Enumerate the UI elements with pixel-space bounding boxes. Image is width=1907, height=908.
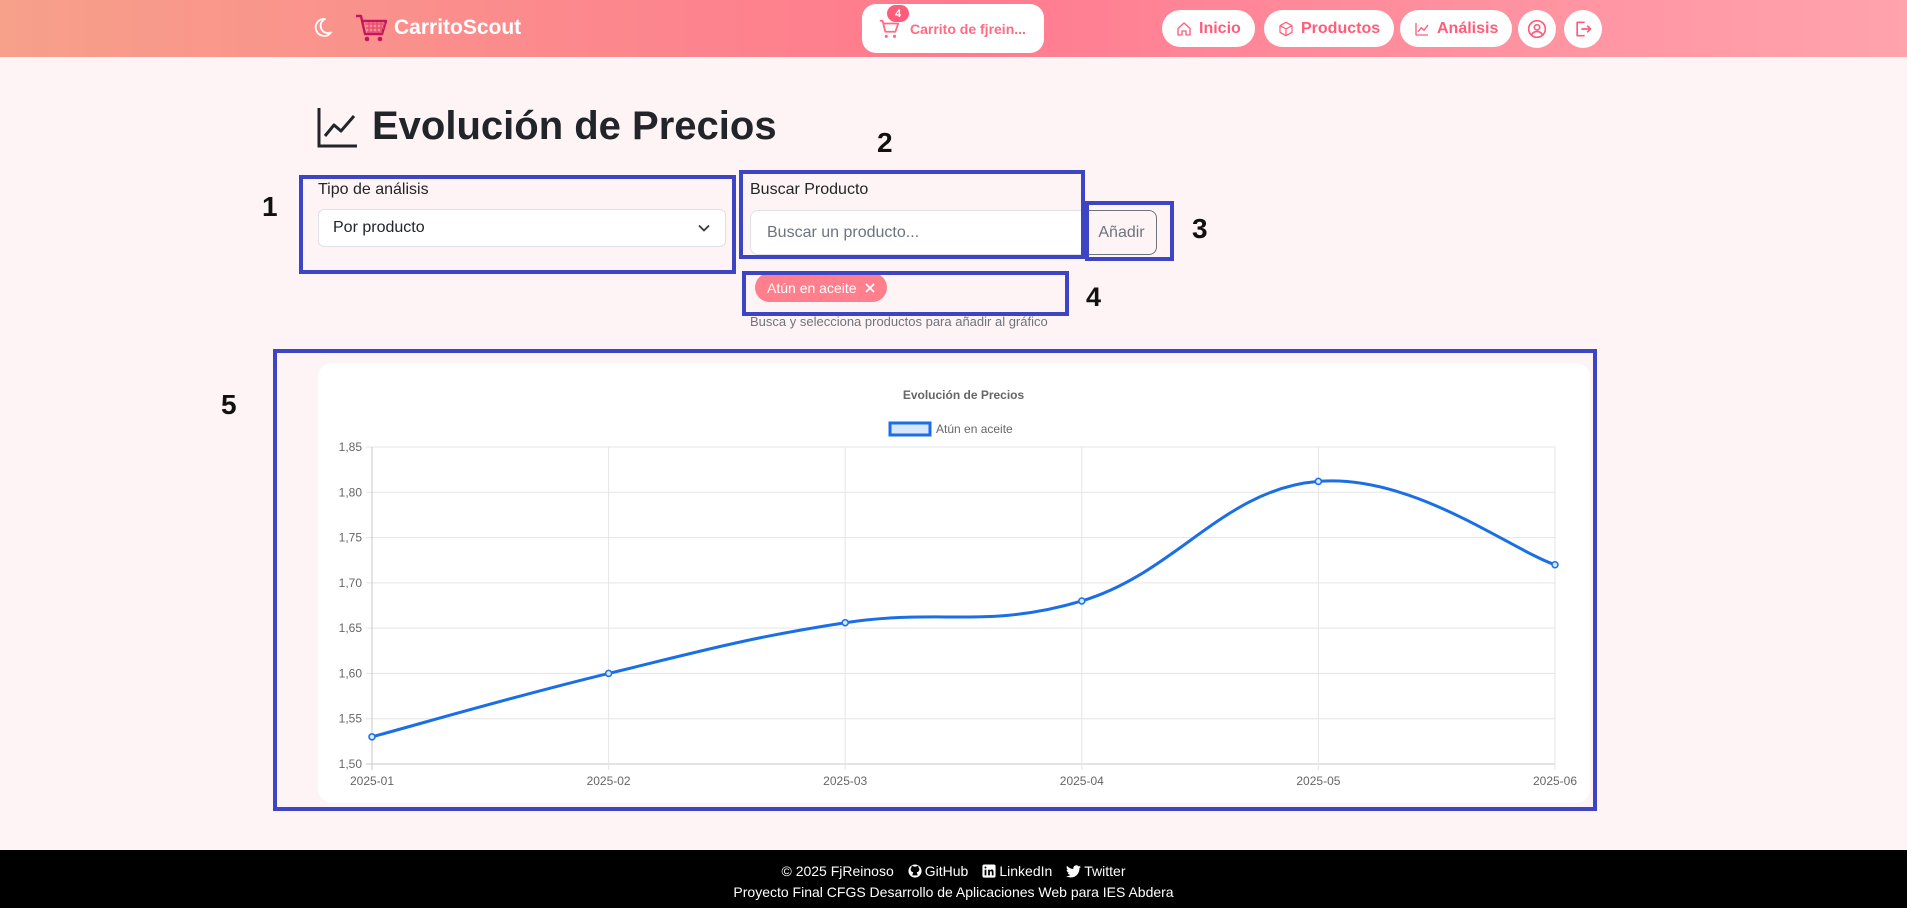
x-tick-label: 2025-06 xyxy=(1533,774,1577,788)
chart-line-icon xyxy=(1415,22,1429,36)
y-tick-label: 1,80 xyxy=(339,485,363,499)
logout-icon xyxy=(1576,21,1592,37)
chart-title: Evolución de Precios xyxy=(903,388,1025,402)
github-label: GitHub xyxy=(924,863,969,879)
annotation-number-2: 2 xyxy=(877,127,893,158)
chip-label: Atún en aceite xyxy=(767,279,857,296)
nav-productos-button[interactable]: Productos xyxy=(1264,10,1395,47)
close-icon[interactable] xyxy=(864,282,875,293)
series-line-atun-en-aceite xyxy=(371,479,1556,739)
search-product-label: Buscar Producto xyxy=(750,181,869,198)
cart-count-badge: 4 xyxy=(887,5,909,22)
data-point xyxy=(841,618,849,627)
user-circle-icon xyxy=(1527,19,1547,39)
x-tick-label: 2025-03 xyxy=(823,774,867,788)
page-heading: Evolución de Precios xyxy=(316,104,777,149)
analysis-type-select[interactable]: Por producto xyxy=(318,209,726,247)
page-title: Evolución de Precios xyxy=(372,104,777,148)
twitter-icon xyxy=(1066,864,1082,877)
cart-label: Carrito de fjrein... xyxy=(910,20,1026,37)
github-icon xyxy=(908,864,922,878)
github-link[interactable]: GitHub xyxy=(908,863,969,879)
nav-analisis-label: Análisis xyxy=(1437,19,1499,37)
footer: © 2025 FjReinoso GitHub LinkedIn Twitter… xyxy=(0,850,1907,908)
y-tick-label: 1,55 xyxy=(339,712,363,726)
annotation-number-4: 4 xyxy=(1086,282,1102,312)
x-tick-label: 2025-05 xyxy=(1296,774,1340,788)
twitter-link[interactable]: Twitter xyxy=(1066,863,1126,879)
analysis-type-label: Tipo de análisis xyxy=(318,181,429,198)
y-tick-label: 1,75 xyxy=(339,531,363,545)
data-point xyxy=(368,733,376,741)
chevron-down-icon xyxy=(698,224,710,232)
analysis-type-value: Por producto xyxy=(333,219,425,236)
twitter-label: Twitter xyxy=(1084,863,1126,879)
add-product-button[interactable]: Añadir xyxy=(1086,210,1157,255)
legend-label: Atún en aceite xyxy=(936,422,1013,436)
y-tick-label: 1,85 xyxy=(339,440,363,454)
data-point xyxy=(1078,597,1086,605)
footer-copyright: © 2025 FjReinoso xyxy=(781,863,894,879)
annotation-number-5: 5 xyxy=(221,389,237,420)
selected-product-chip: Atún en aceite xyxy=(755,273,887,302)
nav-productos-label: Productos xyxy=(1301,19,1381,37)
y-tick-label: 1,70 xyxy=(339,576,363,590)
y-tick-label: 1,65 xyxy=(339,621,363,635)
search-input[interactable] xyxy=(750,210,1086,255)
linkedin-icon xyxy=(982,864,996,878)
help-text: Busca y selecciona productos para añadir… xyxy=(750,314,1048,329)
y-tick-label: 1,60 xyxy=(339,666,363,680)
legend-swatch xyxy=(888,421,932,437)
linkedin-label: LinkedIn xyxy=(999,863,1053,879)
x-tick-label: 2025-02 xyxy=(587,774,631,788)
brand-name[interactable]: CarritoScout xyxy=(394,16,521,40)
linkedin-link[interactable]: LinkedIn xyxy=(982,863,1052,879)
nav-inicio-button[interactable]: Inicio xyxy=(1162,10,1255,47)
chart-line-icon xyxy=(317,107,357,147)
profile-button[interactable] xyxy=(1518,10,1556,48)
home-icon xyxy=(1177,21,1191,36)
footer-subtitle: Proyecto Final CFGS Desarrollo de Aplica… xyxy=(733,884,1174,900)
active-cart-button[interactable]: 4 Carrito de fjrein... xyxy=(862,4,1044,53)
x-tick-label: 2025-04 xyxy=(1060,774,1104,788)
annotation-number-3: 3 xyxy=(1192,213,1208,244)
data-point xyxy=(1551,560,1559,569)
logout-button[interactable] xyxy=(1564,10,1602,48)
moon-icon[interactable] xyxy=(310,16,334,40)
top-navbar: CarritoScout 4 Carrito de fjrein... Inic… xyxy=(0,0,1907,57)
annotation-number-1: 1 xyxy=(262,191,278,222)
price-evolution-chart: Evolución de Precios Atún en aceite 1,85 1,… xyxy=(339,388,1578,788)
data-point xyxy=(1314,477,1323,486)
data-point xyxy=(604,669,613,678)
y-tick-label: 1,50 xyxy=(339,757,363,771)
nav-inicio-label: Inicio xyxy=(1199,19,1241,37)
box-icon xyxy=(1279,21,1293,36)
x-tick-label: 2025-01 xyxy=(350,774,394,788)
chart-card: Evolución de Precios Atún en aceite 1,85 1,… xyxy=(318,363,1590,803)
logo-cart-icon xyxy=(356,14,388,42)
nav-analisis-button[interactable]: Análisis xyxy=(1400,10,1513,47)
